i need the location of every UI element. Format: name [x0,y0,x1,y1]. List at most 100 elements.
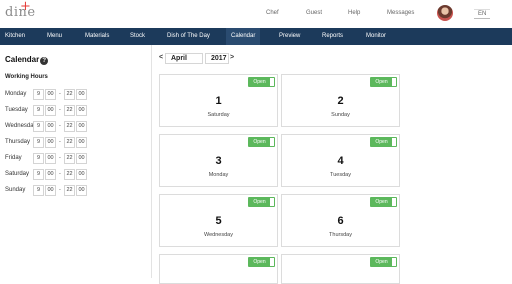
time-separator: - [59,155,61,161]
day-card[interactable]: Open 2 Sunday [281,74,400,127]
logo-plus-icon: + [20,0,32,14]
day-card[interactable]: Open [281,254,400,284]
close-hour-field[interactable]: 22 [64,89,75,100]
day-number: 1 [215,95,222,107]
working-hours-title: Working Hours [5,74,48,80]
open-toggle[interactable]: Open [248,77,275,87]
open-hour-field[interactable]: 9 [33,153,44,164]
nav-materials[interactable]: Materials [85,28,109,45]
open-toggle[interactable]: Open [248,197,275,207]
close-hour-field[interactable]: 22 [64,121,75,132]
year-field[interactable]: 2017 [205,53,229,64]
day-number: 3 [215,155,222,167]
time-separator: - [59,171,61,177]
open-minute-field[interactable]: 00 [45,121,56,132]
day-row-tuesday: Tuesday 9 00 - 22 00 [5,105,145,116]
open-hour-field[interactable]: 9 [33,89,44,100]
close-minute-field[interactable]: 00 [76,153,87,164]
day-name: Monday [5,91,27,97]
day-name: Wednesday [5,123,37,129]
open-toggle[interactable]: Open [248,257,275,267]
nav-reports[interactable]: Reports [322,28,343,45]
open-hour-field[interactable]: 9 [33,169,44,180]
day-row-saturday: Saturday 9 00 - 22 00 [5,169,145,180]
open-hour-field[interactable]: 9 [33,137,44,148]
weekday-label: Saturday [207,112,230,118]
open-minute-field[interactable]: 00 [45,105,56,116]
top-bar: dine + Chef Guest Help Messages EN [0,0,512,28]
time-separator: - [59,187,61,193]
time-separator: - [59,91,61,97]
day-row-friday: Friday 9 00 - 22 00 [5,153,145,164]
day-card[interactable]: Open 6 Thursday [281,194,400,247]
close-minute-field[interactable]: 00 [76,105,87,116]
day-name: Tuesday [5,107,28,113]
weekday-label: Wednesday [204,232,233,238]
day-card[interactable]: Open [159,254,278,284]
weekday-label: Thursday [329,232,352,238]
time-separator: - [59,139,61,145]
close-hour-field[interactable]: 22 [64,169,75,180]
open-toggle[interactable]: Open [370,137,397,147]
nav-monitor[interactable]: Monitor [366,28,386,45]
open-minute-field[interactable]: 00 [45,137,56,148]
app-logo[interactable]: dine + [5,0,36,20]
chef-link[interactable]: Chef [266,10,279,16]
day-number: 6 [337,215,344,227]
close-hour-field[interactable]: 22 [64,105,75,116]
open-hour-field[interactable]: 9 [33,105,44,116]
next-month-button[interactable]: > [230,54,234,61]
day-row-monday: Monday 9 00 - 22 00 [5,89,145,100]
open-toggle[interactable]: Open [370,77,397,87]
day-number: 4 [337,155,344,167]
messages-link[interactable]: Messages [387,10,414,16]
close-hour-field[interactable]: 22 [64,137,75,148]
day-card[interactable]: Open 1 Saturday [159,74,278,127]
nav-dish-of-the-day[interactable]: Dish of The Day [167,28,210,45]
open-minute-field[interactable]: 00 [45,185,56,196]
open-minute-field[interactable]: 00 [45,89,56,100]
open-minute-field[interactable]: 00 [45,169,56,180]
nav-preview[interactable]: Preview [279,28,300,45]
weekday-label: Monday [208,172,229,178]
close-hour-field[interactable]: 22 [64,153,75,164]
day-card[interactable]: Open 5 Wednesday [159,194,278,247]
open-toggle-label: Open [249,198,270,206]
nav-menu[interactable]: Menu [47,28,62,45]
nav-calendar[interactable]: Calendar [226,28,261,45]
open-toggle-label: Open [249,138,270,146]
close-minute-field[interactable]: 00 [76,137,87,148]
open-toggle-label: Open [371,258,392,266]
nav-kitchen[interactable]: Kitchen [5,28,25,45]
open-toggle-label: Open [249,78,270,86]
help-link[interactable]: Help [348,10,360,16]
close-minute-field[interactable]: 00 [76,121,87,132]
open-toggle[interactable]: Open [370,197,397,207]
help-icon[interactable]: ? [40,57,49,65]
prev-month-button[interactable]: < [159,54,163,61]
close-minute-field[interactable]: 00 [76,89,87,100]
close-minute-field[interactable]: 00 [76,169,87,180]
day-row-wednesday: Wednesday 9 00 - 22 00 [5,121,145,132]
day-number: 5 [215,215,222,227]
nav-stock[interactable]: Stock [130,28,145,45]
page-title: Calendar? [5,55,49,65]
day-name: Sunday [5,187,26,193]
guest-link[interactable]: Guest [306,10,322,16]
day-card[interactable]: Open 4 Tuesday [281,134,400,187]
open-minute-field[interactable]: 00 [45,153,56,164]
working-hours-sidebar: Calendar? Working Hours Monday 9 00 - 22… [0,45,152,278]
open-toggle[interactable]: Open [370,257,397,267]
day-card[interactable]: Open 3 Monday [159,134,278,187]
user-avatar[interactable] [437,5,453,21]
open-toggle[interactable]: Open [248,137,275,147]
open-toggle-label: Open [371,198,392,206]
language-selector[interactable]: EN [474,9,491,19]
open-toggle-label: Open [371,78,392,86]
calendar-title: Calendar [5,55,40,64]
close-hour-field[interactable]: 22 [64,185,75,196]
month-field[interactable]: April [165,53,203,64]
open-hour-field[interactable]: 9 [33,121,44,132]
open-hour-field[interactable]: 9 [33,185,44,196]
close-minute-field[interactable]: 00 [76,185,87,196]
